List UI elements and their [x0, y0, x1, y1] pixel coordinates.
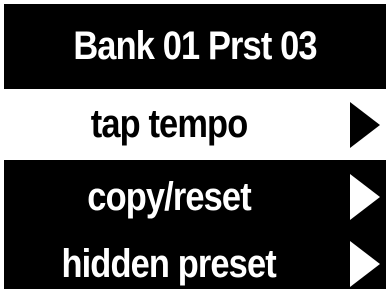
menu-item-label: hidden preset — [4, 229, 334, 289]
play-arrow-icon — [350, 101, 380, 148]
menu-item-label: tap tempo — [4, 89, 334, 160]
menu-item-hidden-preset[interactable]: hidden preset — [4, 229, 386, 289]
menu-item-label: copy/reset — [4, 162, 334, 232]
menu-item-text: tap tempo — [90, 102, 248, 146]
page-title: Bank 01 Prst 03 — [73, 23, 317, 68]
play-arrow-icon — [350, 174, 380, 220]
menu-item-copy-reset[interactable]: copy/reset — [4, 162, 386, 232]
device-screen: Bank 01 Prst 03 tap tempo copy/reset hid… — [0, 0, 390, 293]
menu-item-tap-tempo[interactable]: tap tempo — [4, 89, 386, 160]
lcd-display: Bank 01 Prst 03 tap tempo copy/reset hid… — [4, 4, 386, 289]
menu-item-text: hidden preset — [61, 241, 277, 286]
menu-item-text: copy/reset — [87, 174, 251, 219]
play-arrow-icon — [350, 241, 380, 287]
